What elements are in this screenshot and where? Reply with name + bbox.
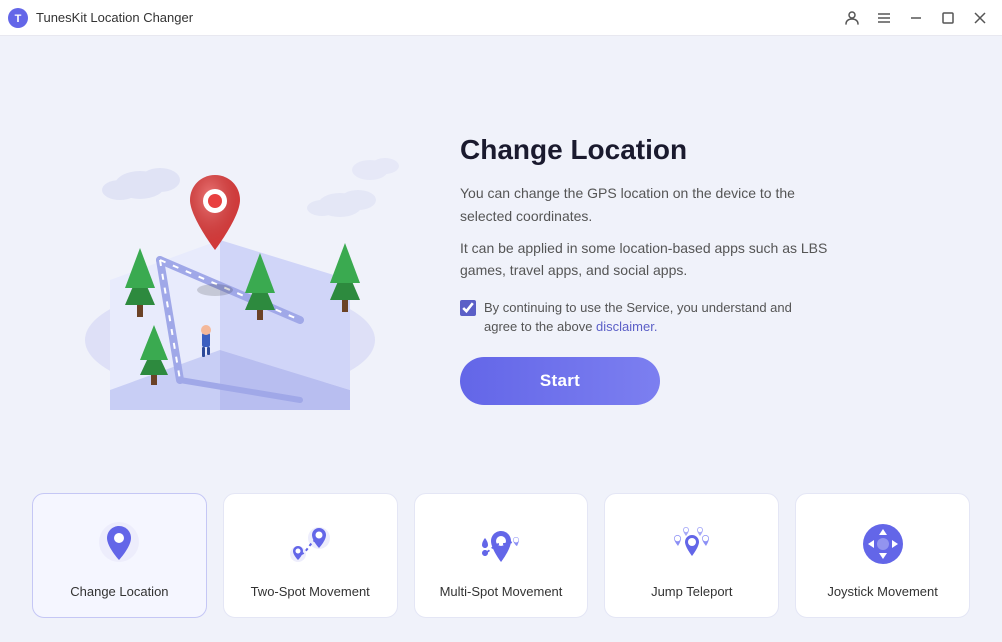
card-change-location-label: Change Location [70, 584, 168, 599]
card-two-spot-label: Two-Spot Movement [251, 584, 370, 599]
main-content: Change Location You can change the GPS l… [0, 36, 1002, 642]
terms-checkbox[interactable] [460, 300, 476, 316]
illustration-area [40, 130, 420, 410]
right-panel: Change Location You can change the GPS l… [440, 134, 942, 405]
panel-title: Change Location [460, 134, 942, 166]
two-spot-icon [282, 516, 338, 572]
card-multi-spot-label: Multi-Spot Movement [440, 584, 563, 599]
app-logo: T [8, 8, 28, 28]
card-jump-teleport[interactable]: Jump Teleport [604, 493, 779, 618]
maximize-button[interactable] [934, 4, 962, 32]
panel-desc-1: You can change the GPS location on the d… [460, 182, 840, 227]
change-location-icon [91, 516, 147, 572]
title-bar-left: T TunesKit Location Changer [8, 8, 193, 28]
card-multi-spot-movement[interactable]: Multi-Spot Movement [414, 493, 589, 618]
card-jump-teleport-label: Jump Teleport [651, 584, 732, 599]
cards-section: Change Location Two-Spot Movement [0, 493, 1002, 642]
cloud-2 [307, 190, 376, 217]
app-title: TunesKit Location Changer [36, 10, 193, 25]
account-button[interactable] [838, 4, 866, 32]
menu-button[interactable] [870, 4, 898, 32]
multi-spot-icon [473, 516, 529, 572]
cloud-1 [102, 168, 180, 200]
card-two-spot-movement[interactable]: Two-Spot Movement [223, 493, 398, 618]
close-button[interactable] [966, 4, 994, 32]
minimize-button[interactable] [902, 4, 930, 32]
card-joystick-movement[interactable]: Joystick Movement [795, 493, 970, 618]
terms-label: By continuing to use the Service, you un… [484, 298, 824, 337]
card-change-location[interactable]: Change Location [32, 493, 207, 618]
map-illustration [50, 130, 410, 410]
panel-desc-2: It can be applied in some location-based… [460, 237, 840, 282]
joystick-icon [855, 516, 911, 572]
terms-row: By continuing to use the Service, you un… [460, 298, 942, 337]
start-button[interactable]: Start [460, 357, 660, 405]
title-bar-controls [838, 4, 994, 32]
title-bar: T TunesKit Location Changer [0, 0, 1002, 36]
disclaimer-link[interactable]: disclaimer. [596, 319, 657, 334]
svg-text:T: T [15, 13, 22, 25]
jump-teleport-icon [664, 516, 720, 572]
cloud-3 [352, 158, 399, 180]
card-joystick-label: Joystick Movement [827, 584, 938, 599]
hero-section: Change Location You can change the GPS l… [0, 36, 1002, 493]
